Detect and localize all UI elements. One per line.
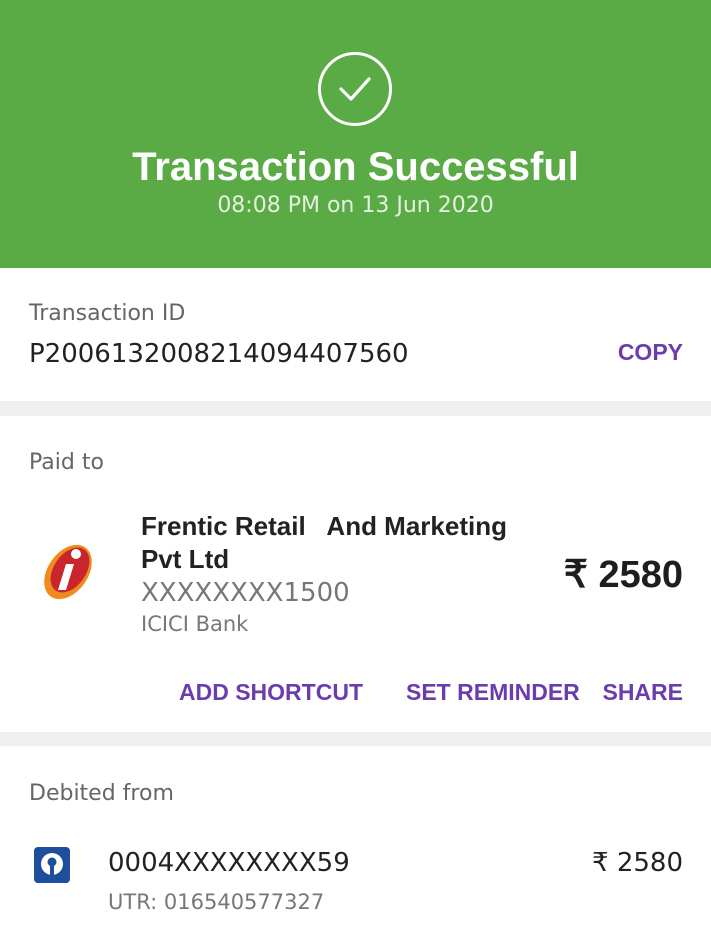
add-shortcut-button[interactable]: ADD SHORTCUT <box>179 678 363 706</box>
debited-from-card: Debited from 0004XXXXXXXX59 UTR: 0165405… <box>0 746 711 939</box>
transaction-id-value: P2006132008214094407560 <box>29 339 409 369</box>
transaction-id-label: Transaction ID <box>29 301 186 326</box>
sbi-bank-logo-icon <box>34 847 70 883</box>
transaction-id-card: Transaction ID P2006132008214094407560 C… <box>0 268 711 401</box>
success-header: Transaction Successful 08:08 PM on 13 Ju… <box>0 0 711 268</box>
paid-to-card: Paid to Frentic Retail And Marketing Pvt… <box>0 416 711 732</box>
share-button[interactable]: SHARE <box>602 678 683 706</box>
transaction-status-title: Transaction Successful <box>132 145 579 189</box>
debited-from-label: Debited from <box>29 781 174 806</box>
icici-bank-logo-icon <box>36 540 100 604</box>
paid-to-label: Paid to <box>29 450 104 475</box>
debit-account-number: 0004XXXXXXXX59 <box>108 848 350 878</box>
payee-bank-name: ICICI Bank <box>141 612 249 636</box>
set-reminder-button[interactable]: SET REMINDER <box>406 678 580 706</box>
transaction-timestamp: 08:08 PM on 13 Jun 2020 <box>217 193 494 218</box>
payee-name: Frentic Retail And Marketing Pvt Ltd <box>141 511 515 574</box>
paid-amount: ₹ 2580 <box>563 554 683 596</box>
payee-account-number: XXXXXXXX1500 <box>141 578 350 608</box>
copy-button[interactable]: COPY <box>618 338 683 366</box>
utr-number: UTR: 016540577327 <box>108 890 325 914</box>
check-circle-icon <box>318 52 392 126</box>
debited-amount: ₹ 2580 <box>592 848 683 878</box>
